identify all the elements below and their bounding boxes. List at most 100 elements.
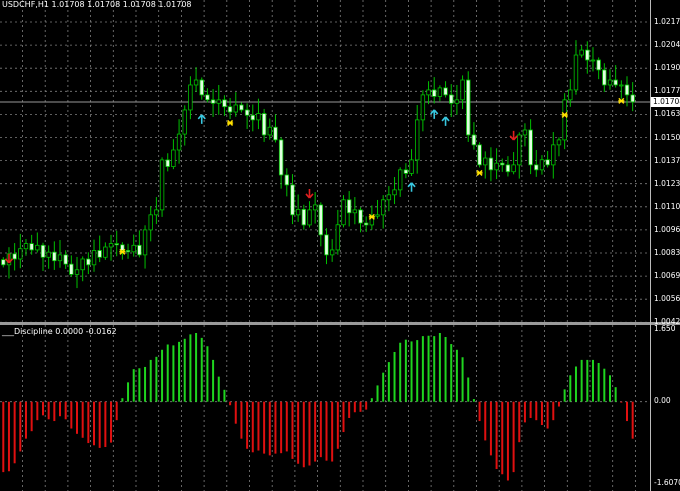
candle-bull — [148, 214, 153, 231]
candle-bear — [86, 258, 91, 266]
candle-bull — [392, 189, 397, 196]
candle-bear — [205, 94, 210, 101]
candle-bull — [188, 84, 193, 111]
candle-bear — [227, 106, 233, 113]
candle-bull — [454, 99, 460, 104]
candle-bear — [12, 253, 17, 260]
candle-bull — [375, 214, 380, 217]
chart-header: USDCHF,H1 1.01708 1.01708 1.01708 1.0170… — [2, 0, 192, 9]
price-axis-label: 1.01500 — [654, 132, 680, 142]
candle-bear — [324, 234, 329, 256]
candle-bear — [449, 94, 454, 104]
candle-bear — [301, 208, 307, 226]
candle-bear — [505, 164, 511, 173]
candle-bear — [585, 49, 590, 61]
candle-bull — [483, 157, 488, 166]
candle-bear — [165, 159, 170, 167]
price-axis-label: 1.01905 — [654, 63, 680, 73]
candle-bear — [477, 144, 482, 166]
candle-bear — [500, 162, 505, 166]
candle-bull — [386, 194, 392, 201]
candle-bull — [522, 129, 528, 136]
candle-bull — [380, 199, 386, 216]
ohlc-high: 1.01708 — [87, 0, 121, 9]
candle-bear — [125, 250, 131, 253]
price-axis-label: 1.00830 — [654, 248, 680, 257]
candle-bear — [466, 79, 471, 136]
candle-bear — [528, 129, 533, 166]
price-axis-label: 1.01370 — [654, 155, 680, 165]
star-signal-icon — [476, 169, 483, 176]
buy-arrow-icon — [441, 116, 450, 126]
candle-bull — [426, 89, 431, 96]
candle-bull — [607, 79, 613, 86]
candle-bull — [159, 159, 165, 211]
candle-bear — [222, 99, 227, 108]
indicator-max-label: 1.650 — [654, 324, 676, 333]
candle-bear — [273, 126, 278, 141]
panel-separator — [0, 322, 680, 325]
candle-bull — [74, 269, 80, 275]
candle-bull — [80, 258, 85, 271]
candle-bull — [511, 164, 516, 173]
candle-bull — [312, 204, 318, 211]
candle-bull — [409, 159, 414, 174]
candle-bear — [358, 209, 363, 224]
price-axis-label: 1.00965 — [654, 224, 680, 234]
candle-bear — [534, 164, 539, 171]
candle-bull — [619, 84, 624, 87]
candle-bear — [290, 184, 295, 216]
candle-bull — [551, 144, 556, 166]
candle-bull — [517, 134, 522, 166]
candle-bull — [18, 248, 23, 260]
candle-bull — [108, 243, 114, 248]
candle-bear — [613, 79, 618, 86]
candle-bear — [52, 251, 57, 262]
candle-bull — [460, 79, 465, 101]
candle-bear — [29, 243, 34, 251]
candle-bull — [307, 209, 312, 226]
price-axis-label: 1.01635 — [654, 109, 680, 119]
candle-bear — [63, 254, 68, 265]
candle-bear — [443, 87, 448, 96]
indicator-label: ___Discipline 0.0000 -0.0162 — [2, 327, 117, 336]
candle-bear — [363, 222, 369, 226]
candle-bull — [142, 229, 148, 256]
candle-bear — [284, 174, 289, 186]
candle-bull — [562, 99, 567, 141]
candle-bull — [335, 224, 341, 251]
price-axis-label: 1.01100 — [654, 201, 680, 211]
candle-bear — [630, 94, 635, 103]
candle-bull — [154, 209, 159, 216]
candle-bear — [471, 134, 477, 146]
symbol-timeframe: USDCHF,H1 — [2, 0, 49, 9]
candle-bear — [403, 169, 409, 174]
candle-bear — [210, 99, 216, 104]
candle-bear — [346, 199, 352, 214]
candle-bull — [267, 126, 272, 136]
candle-bull — [568, 89, 573, 101]
ohlc-low: 1.01708 — [122, 0, 156, 9]
candle-bear — [596, 59, 601, 71]
candle-bear — [114, 243, 119, 246]
candle-bull — [352, 209, 358, 214]
candle-bull — [579, 49, 584, 56]
candle-bull — [539, 159, 545, 171]
candle-bear — [432, 89, 437, 97]
candle-bear — [602, 69, 607, 86]
candle-bull — [397, 169, 403, 191]
candle-bull — [35, 244, 40, 251]
candle-bull — [573, 54, 579, 91]
candle-bear — [97, 250, 102, 258]
candle-bull — [329, 249, 335, 256]
price-axis-label: 1.00560 — [654, 294, 680, 304]
candle-bull — [131, 244, 136, 253]
candle-bull — [295, 208, 301, 216]
indicator-min-label: -1.6070 — [654, 478, 680, 487]
candle-bear — [244, 109, 250, 116]
candle-bull — [57, 254, 63, 262]
candle-bull — [494, 162, 499, 171]
candle-bear — [624, 84, 630, 96]
candle-bear — [69, 263, 74, 275]
price-chart[interactable] — [0, 0, 680, 491]
